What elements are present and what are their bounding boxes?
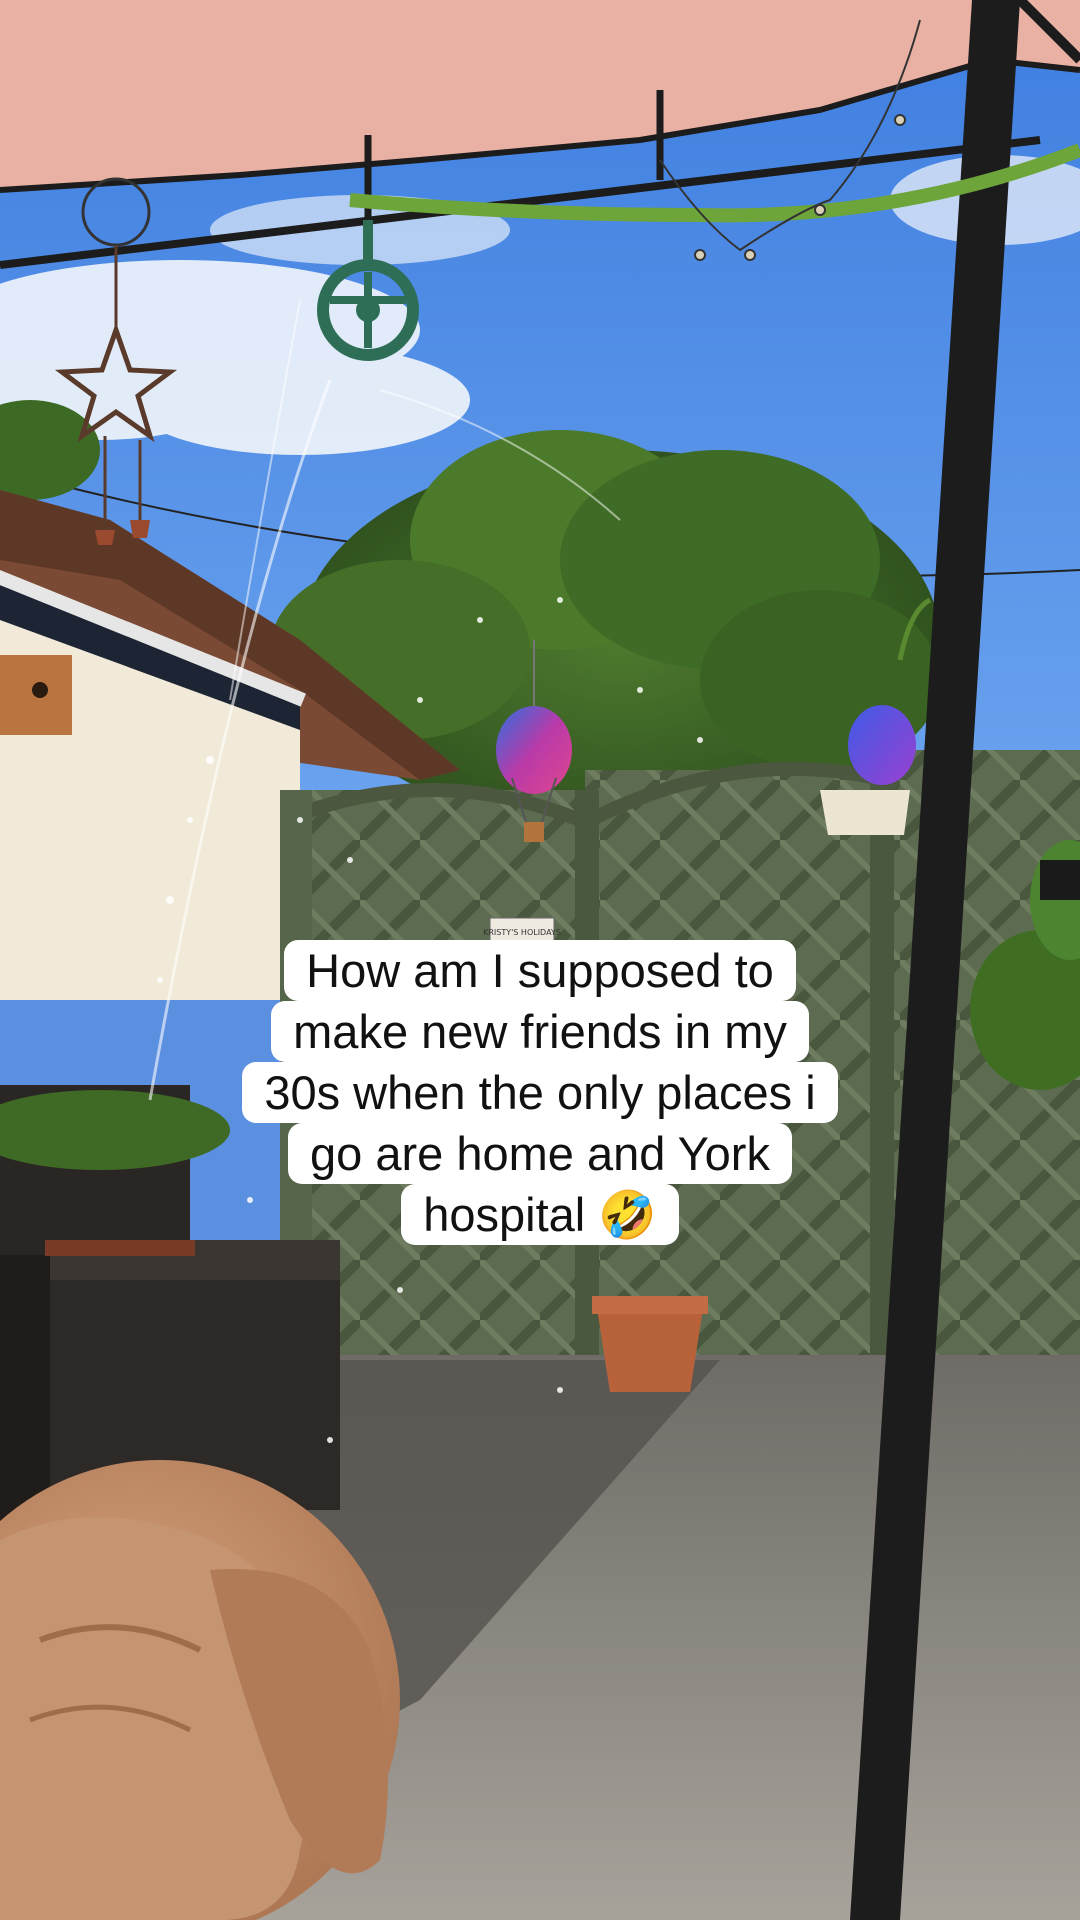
- terracotta-pot: [592, 1296, 708, 1392]
- caption-line-4: go are home and York: [288, 1123, 792, 1184]
- caption: How am I supposed to make new friends in…: [0, 940, 1080, 1245]
- caption-line-5: hospital 🤣: [401, 1184, 679, 1245]
- caption-line-3: 30s when the only places i: [242, 1062, 838, 1123]
- caption-line-1: How am I supposed to: [284, 940, 796, 1001]
- caption-line-2: make new friends in my: [271, 1001, 809, 1062]
- gate-sign-text: KRISTY'S HOLIDAYS: [483, 928, 561, 937]
